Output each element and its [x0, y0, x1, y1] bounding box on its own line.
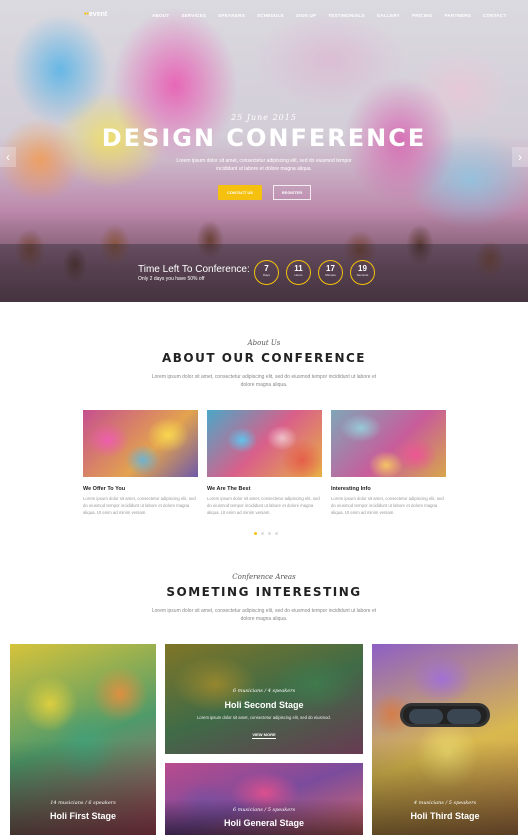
view-more-link[interactable]: VIEW MORE [165, 732, 363, 739]
countdown-hours: 11 Hours [286, 260, 311, 285]
about-description: Lorem ipsum dolor sit amet, consectetur … [151, 374, 377, 388]
hero-section: ••event ABOUT SERVICES SPEAKERS SCHEDULE… [0, 0, 528, 302]
stage-overlay [165, 799, 363, 835]
card-image-info[interactable] [331, 410, 446, 477]
stage-card-general[interactable]: 6 musicians / 5 speakers Holi General St… [165, 763, 363, 835]
stage-card-third[interactable]: 4 musicians / 5 speakers Holi Third Stag… [372, 644, 518, 835]
nav-item-speakers[interactable]: SPEAKERS [218, 13, 245, 18]
countdown-hours-label: Hours [294, 273, 303, 277]
stage-card-first[interactable]: 14 musicians / 6 speakers Holi First Sta… [10, 644, 156, 835]
hero-date: 25 June 2015 [231, 113, 297, 122]
countdown-seconds-label: Seconds [356, 273, 369, 277]
nav-item-gallery[interactable]: GALLERY [377, 13, 400, 18]
stage-meta: 6 musicians / 4 speakers [232, 688, 296, 694]
card-title-best[interactable]: We Are The Best [207, 486, 250, 492]
countdown-days-label: Days [263, 273, 270, 277]
hero-title: DESIGN CONFERENCE [101, 124, 427, 152]
stage-meta: 14 musicians / 6 speakers [50, 800, 116, 806]
card-title-info[interactable]: Interesting Info [331, 486, 371, 492]
nav-item-services[interactable]: SERVICES [181, 13, 206, 18]
countdown-minutes: 17 Minutes [318, 260, 343, 285]
stage-description: Lorem ipsum dolor sit amet, consectetur … [197, 715, 331, 720]
card-title-offer[interactable]: We Offer To You [83, 486, 125, 492]
countdown-days: 7 Days [254, 260, 279, 285]
nav-item-testimonials[interactable]: TESTIMONIALS [328, 13, 365, 18]
carousel-dot[interactable] [254, 532, 257, 535]
countdown-days-value: 7 [264, 264, 269, 273]
view-more-label: VIEW MORE [252, 732, 276, 739]
register-button[interactable]: REGISTER [273, 185, 311, 200]
areas-title: SOMETING INTERESTING [166, 585, 362, 599]
carousel-dot[interactable] [261, 532, 264, 535]
countdown-seconds-value: 19 [358, 264, 367, 273]
about-title: ABOUT OUR CONFERENCE [161, 351, 367, 365]
countdown-hours-value: 11 [294, 264, 303, 273]
areas-script-heading: Conference Areas [232, 573, 296, 581]
carousel-dot[interactable] [275, 532, 278, 535]
areas-description: Lorem ipsum dolor sit amet, consectetur … [151, 608, 377, 622]
countdown-minutes-value: 17 [326, 264, 335, 273]
countdown-subtitle: Only 2 days you have 50% off [138, 276, 205, 282]
nav-item-about[interactable]: ABOUT [152, 13, 169, 18]
about-script-heading: About Us [247, 339, 281, 347]
card-text-best: Lorem ipsum dolor sit amet, consectetur … [207, 496, 320, 515]
nav-item-schedule[interactable]: SCHEDULE [257, 13, 284, 18]
countdown-seconds: 19 Seconds [350, 260, 375, 285]
card-text-info: Lorem ipsum dolor sit amet, consectetur … [331, 496, 444, 515]
main-nav: ABOUT SERVICES SPEAKERS SCHEDULE SIGN UP… [152, 13, 519, 18]
countdown-minutes-label: Minutes [325, 273, 336, 277]
stage-card-second[interactable]: 6 musicians / 4 speakers Holi Second Sta… [165, 644, 363, 754]
stage-name: Holi First Stage [49, 811, 116, 821]
contact-us-button[interactable]: CONTACT US [218, 185, 262, 200]
nav-item-partners[interactable]: PARTNERS [444, 13, 471, 18]
stage-meta: 4 musicians / 5 speakers [413, 800, 477, 806]
card-image-offer[interactable] [83, 410, 198, 477]
countdown-title: Time Left To Conference: [138, 264, 250, 275]
logo[interactable]: ••event [84, 11, 107, 18]
nav-item-contact[interactable]: CONTACT [483, 13, 507, 18]
stage-meta: 6 musicians / 5 speakers [232, 807, 296, 813]
goggles-graphic [400, 703, 490, 727]
stage-name: Holi Third Stage [410, 811, 480, 821]
nav-item-pricing[interactable]: PRICING [412, 13, 433, 18]
nav-item-sign-up[interactable]: SIGN UP [296, 13, 316, 18]
logo-text: event [88, 11, 108, 18]
card-image-best[interactable] [207, 410, 322, 477]
carousel-dot[interactable] [268, 532, 271, 535]
stage-name: Holi Second Stage [224, 700, 304, 710]
hero-description: Lorem ipsum dolor sit amet, consectetur … [176, 158, 352, 172]
carousel-dots [254, 532, 278, 535]
stage-name: Holi General Stage [223, 818, 305, 828]
card-text-offer: Lorem ipsum dolor sit amet, consectetur … [83, 496, 196, 515]
